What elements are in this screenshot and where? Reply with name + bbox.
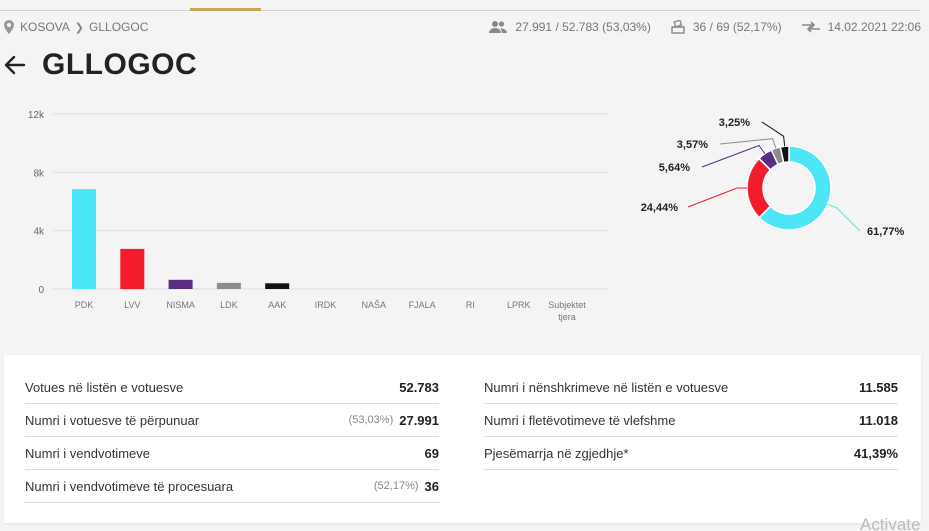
- summary-label: Numri i vendvotimeve të procesuara: [25, 478, 234, 494]
- summary-label: Numri i nënshkrimeve në listën e votuesv…: [484, 379, 729, 395]
- bar-nisma[interactable]: [168, 279, 193, 289]
- summary-value-group: 52.783: [399, 380, 439, 395]
- update-stat: 14.02.2021 22:06: [801, 20, 921, 34]
- summary-value-group: 69: [425, 446, 439, 461]
- title-row: GLLOGOC: [4, 48, 197, 82]
- bar-aak[interactable]: [265, 283, 290, 289]
- summary-right-column: Numri i nënshkrimeve në listën e votuesv…: [484, 371, 898, 470]
- voters-stat-value: 27.991 / 52.783 (53,03%): [515, 20, 651, 34]
- x-tick-label: Subjektet: [548, 300, 586, 310]
- summary-row: Numri i votuesve të përpunuar (53,03%) 27.…: [25, 404, 439, 437]
- ballot-box-icon: [671, 20, 685, 34]
- y-tick-label: 8k: [33, 168, 45, 179]
- activation-watermark: Activate: [860, 515, 921, 531]
- summary-value: 41,39%: [853, 445, 898, 461]
- summary-card: Votues në listën e votuesve 52.783 Numri i…: [4, 355, 921, 523]
- votes-donut-chart: 61,77% 24,44% 5,64% 3,57% 3,25%: [641, 117, 905, 238]
- x-tick-label: NAŠA: [362, 300, 387, 310]
- header-stats: 27.991 / 52.783 (53,03%) 36 / 69 (52,17%…: [469, 18, 921, 36]
- sync-arrows-icon: [801, 21, 820, 33]
- y-tick-label: 0: [38, 285, 44, 296]
- breadcrumb-current: GLLOGOC: [89, 20, 149, 34]
- summary-row: Pjesëmarrja në zgjedhje* 41,39%: [484, 437, 898, 470]
- stations-stat: 36 / 69 (52,17%): [671, 20, 782, 34]
- summary-row: Numri i fletëvotimeve të vlefshme 11.018: [484, 404, 898, 437]
- bar-ldk[interactable]: [216, 282, 241, 289]
- summary-value-group: (52,17%) 36: [374, 479, 439, 494]
- donut-label: 3,57%: [677, 139, 708, 151]
- chevron-right-icon: ❯: [74, 21, 85, 34]
- breadcrumb: KOSOVA ❯ GLLOGOC: [4, 20, 148, 34]
- donut-label: 5,64%: [659, 162, 690, 174]
- summary-label: Pjesëmarrja në zgjedhje*: [484, 445, 629, 461]
- page-title: GLLOGOC: [42, 48, 198, 81]
- summary-label: Votues në listën e votuesve: [25, 379, 184, 395]
- active-tab-indicator: [190, 8, 261, 11]
- bar-pdk[interactable]: [72, 189, 96, 289]
- summary-row: Numri i vendvotimeve 69: [25, 437, 439, 470]
- donut-label: 3,25%: [719, 117, 750, 129]
- summary-value: 11.585: [858, 379, 898, 395]
- x-tick-label: LVV: [124, 300, 140, 310]
- x-tick-label: AAK: [268, 300, 286, 310]
- breadcrumb-root[interactable]: KOSOVA: [20, 20, 70, 34]
- donut-leader-line: [761, 121, 786, 147]
- donut-leader-line: [719, 138, 777, 149]
- x-tick-label: LPRK: [507, 300, 531, 310]
- donut-leader-line: [827, 203, 861, 232]
- y-tick-label: 12k: [28, 110, 45, 121]
- update-stat-value: 14.02.2021 22:06: [827, 20, 921, 34]
- summary-value: 52.783: [399, 379, 439, 395]
- y-tick-label: 4k: [33, 227, 45, 238]
- votes-bar-chart: 0 4k 8k 12k PDK LVV NISMA LDK AAK IRDK NAŠA FJALA RI…: [28, 110, 608, 322]
- summary-row: Numri i nënshkrimeve në listën e votuesv…: [484, 371, 898, 404]
- donut-label: 24,44%: [641, 202, 679, 214]
- summary-value: 11.018: [858, 412, 898, 428]
- donut-label: 61,77%: [867, 226, 905, 238]
- x-tick-label: LDK: [220, 300, 238, 310]
- summary-value-group: 11.018: [859, 413, 898, 428]
- summary-value: 27.991: [399, 412, 439, 428]
- summary-label: Numri i fletëvotimeve të vlefshme: [484, 412, 676, 428]
- summary-value-group: (53,03%) 27.991: [349, 413, 439, 428]
- x-tick-label: IRDK: [315, 300, 337, 310]
- summary-value: 69: [424, 445, 439, 461]
- x-tick-label: NISMA: [166, 300, 195, 310]
- summary-percent: (52,17%): [373, 480, 419, 492]
- x-tick-label: PDK: [75, 300, 94, 310]
- x-tick-label: FJALA: [409, 300, 436, 310]
- summary-row: Votues në listën e votuesve 52.783: [25, 371, 439, 404]
- donut-leader-line: [687, 187, 748, 208]
- summary-value-group: 11.585: [859, 380, 898, 395]
- x-tick-label: tjera: [558, 312, 576, 322]
- stations-stat-value: 36 / 69 (52,17%): [692, 20, 782, 34]
- people-icon: [489, 21, 508, 33]
- location-pin-icon: [4, 20, 14, 34]
- summary-label: Numri i vendvotimeve: [25, 445, 150, 461]
- summary-value: 36: [424, 478, 439, 494]
- back-arrow-icon[interactable]: [4, 54, 26, 76]
- summary-value-group: 41,39%: [854, 446, 898, 461]
- bar-lvv[interactable]: [120, 248, 145, 289]
- x-tick-label: RI: [466, 300, 475, 310]
- summary-label: Numri i votuesve të përpunuar: [25, 412, 200, 428]
- summary-left-column: Votues në listën e votuesve 52.783 Numri i…: [25, 371, 439, 503]
- summary-row: Numri i vendvotimeve të procesuara (52,17…: [25, 470, 439, 503]
- voters-stat: 27.991 / 52.783 (53,03%): [489, 20, 651, 34]
- summary-percent: (53,03%): [348, 414, 394, 426]
- donut-slice[interactable]: [746, 157, 772, 219]
- top-divider: [0, 10, 920, 11]
